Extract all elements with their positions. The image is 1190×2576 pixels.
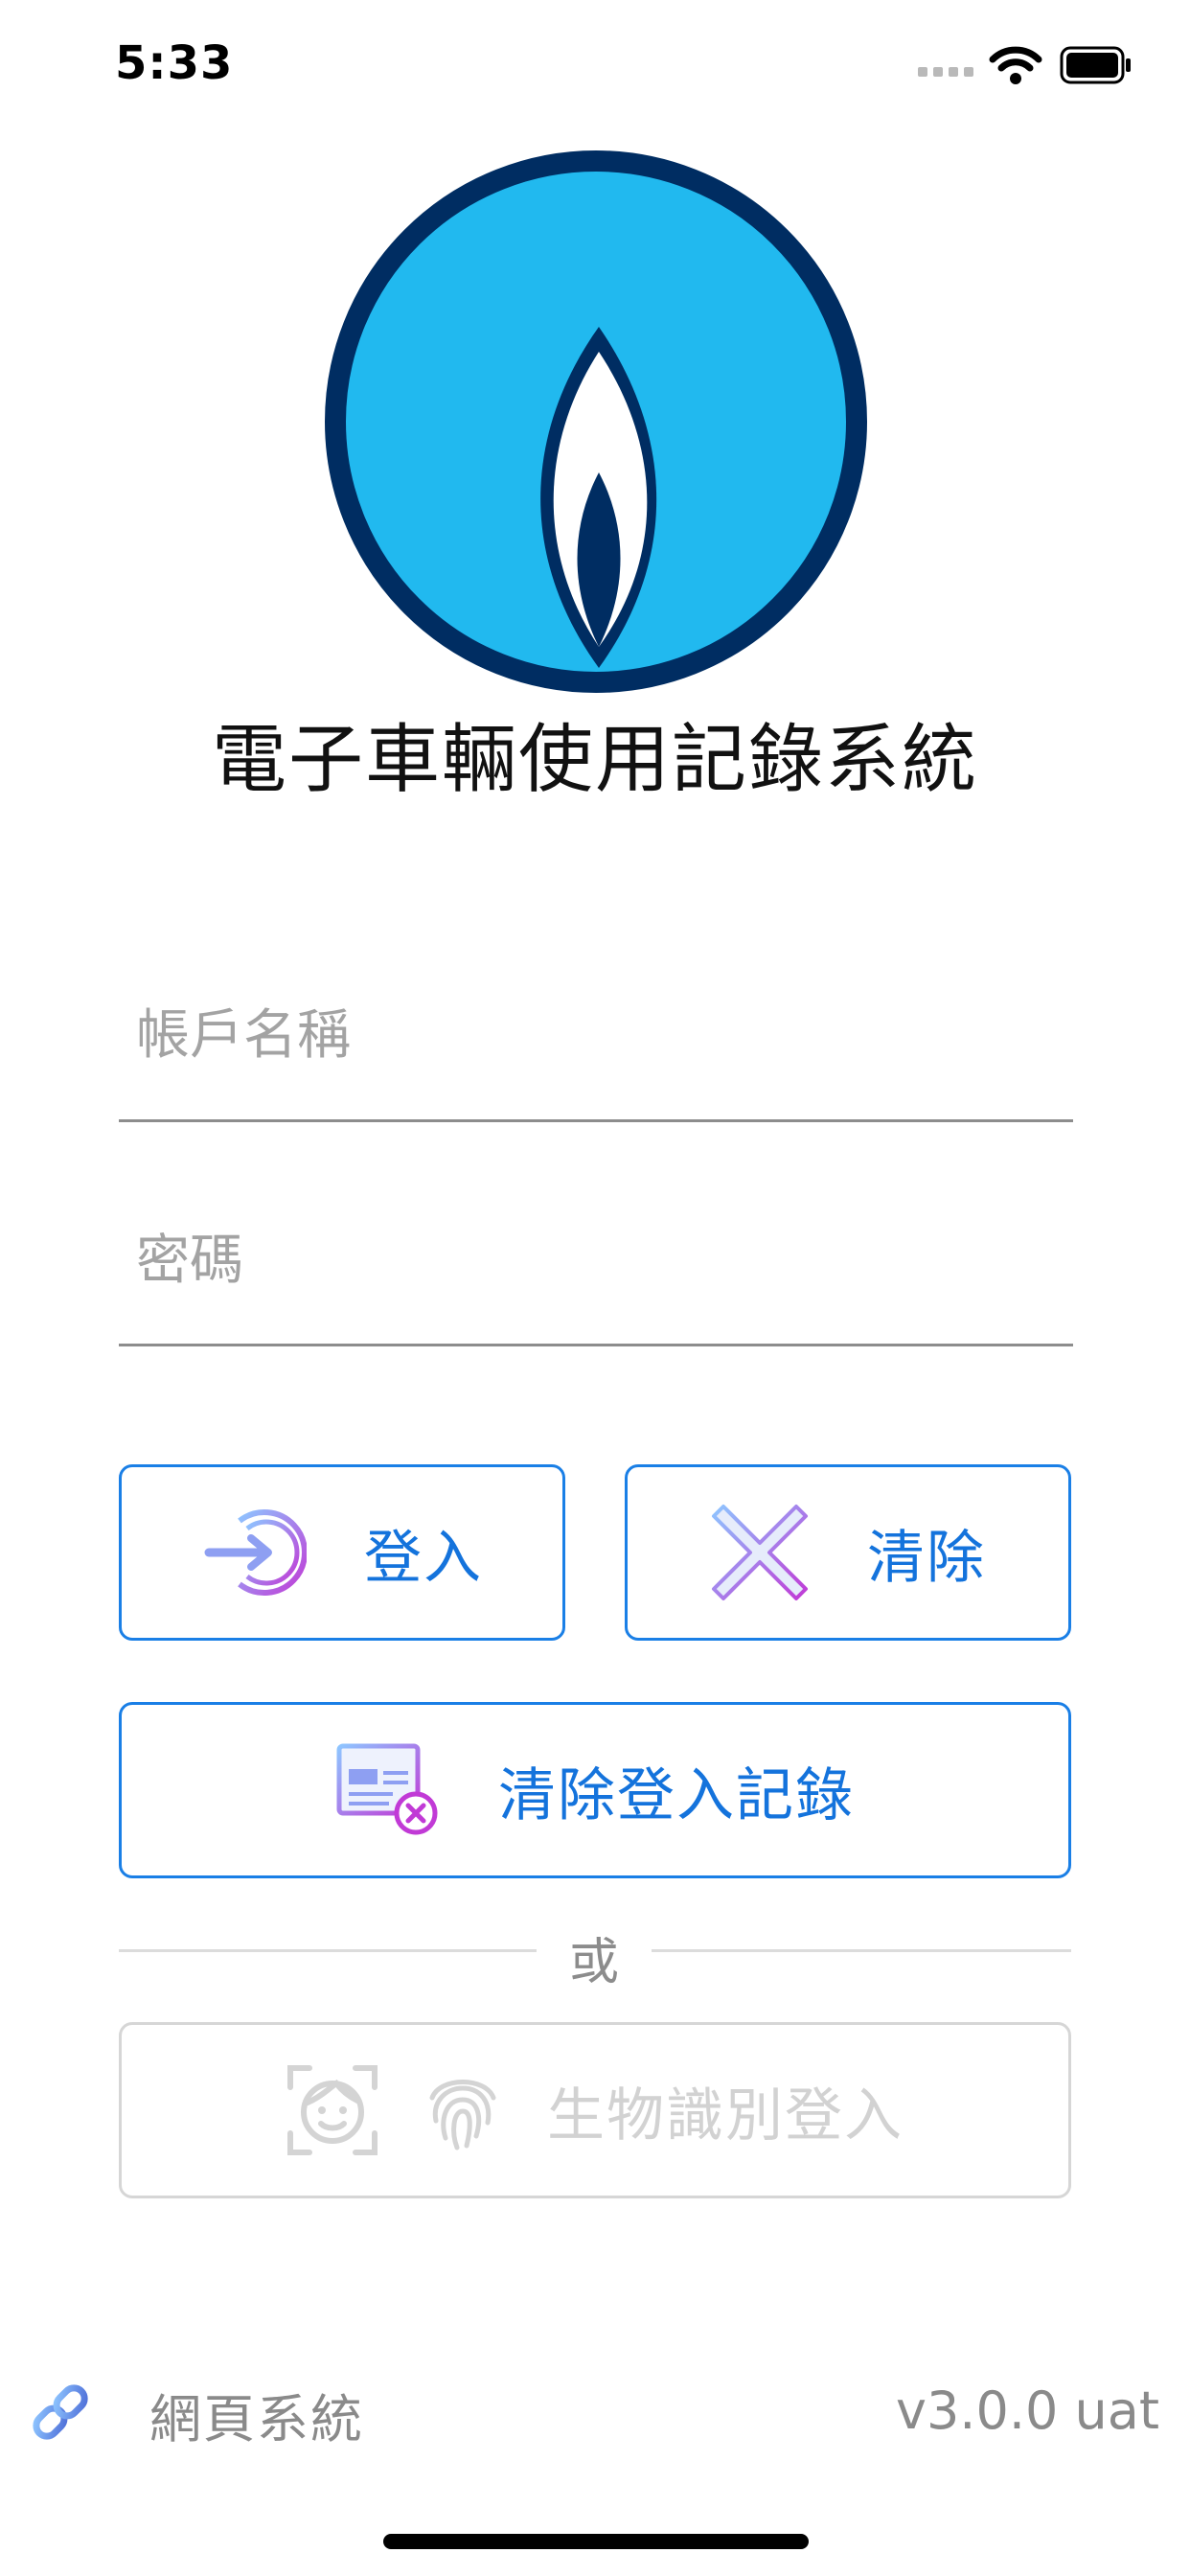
- username-underline: [119, 1119, 1073, 1122]
- x-icon: [712, 1505, 808, 1600]
- web-system-link[interactable]: 網頁系統: [149, 2377, 364, 2452]
- status-time: 5:33: [115, 36, 234, 90]
- biometric-login-button[interactable]: 生物識別登入: [119, 2022, 1071, 2198]
- cellular-signal-icon: [918, 67, 973, 77]
- username-input[interactable]: [119, 992, 1073, 1078]
- or-label: 或: [568, 1934, 619, 1991]
- browser-clear-icon: [336, 1743, 438, 1835]
- login-button[interactable]: 登入: [119, 1464, 565, 1641]
- clear-login-history-button[interactable]: 清除登入記錄: [119, 1702, 1071, 1878]
- app-title: 電子車輛使用記錄系統: [211, 717, 978, 803]
- login-label: 登入: [364, 1524, 483, 1592]
- password-underline: [119, 1344, 1073, 1346]
- divider-right: [652, 1949, 1071, 1952]
- face-id-icon: [287, 2065, 378, 2155]
- clear-label: 清除: [867, 1524, 986, 1592]
- link-icon[interactable]: [29, 2380, 92, 2444]
- home-indicator: [383, 2534, 809, 2549]
- app-logo-flame-icon: [325, 150, 867, 693]
- app-version: v3.0.0 uat: [895, 2380, 1159, 2441]
- clear-login-history-label: 清除登入記錄: [498, 1761, 855, 1829]
- wifi-icon: [989, 46, 1042, 84]
- login-arrow-icon: [204, 1509, 307, 1596]
- biometric-login-label: 生物識別登入: [547, 2082, 904, 2150]
- clear-button[interactable]: 清除: [625, 1464, 1071, 1641]
- fingerprint-icon: [429, 2080, 496, 2150]
- battery-icon: [1060, 46, 1131, 84]
- divider-left: [119, 1949, 537, 1952]
- password-input[interactable]: [119, 1217, 1073, 1303]
